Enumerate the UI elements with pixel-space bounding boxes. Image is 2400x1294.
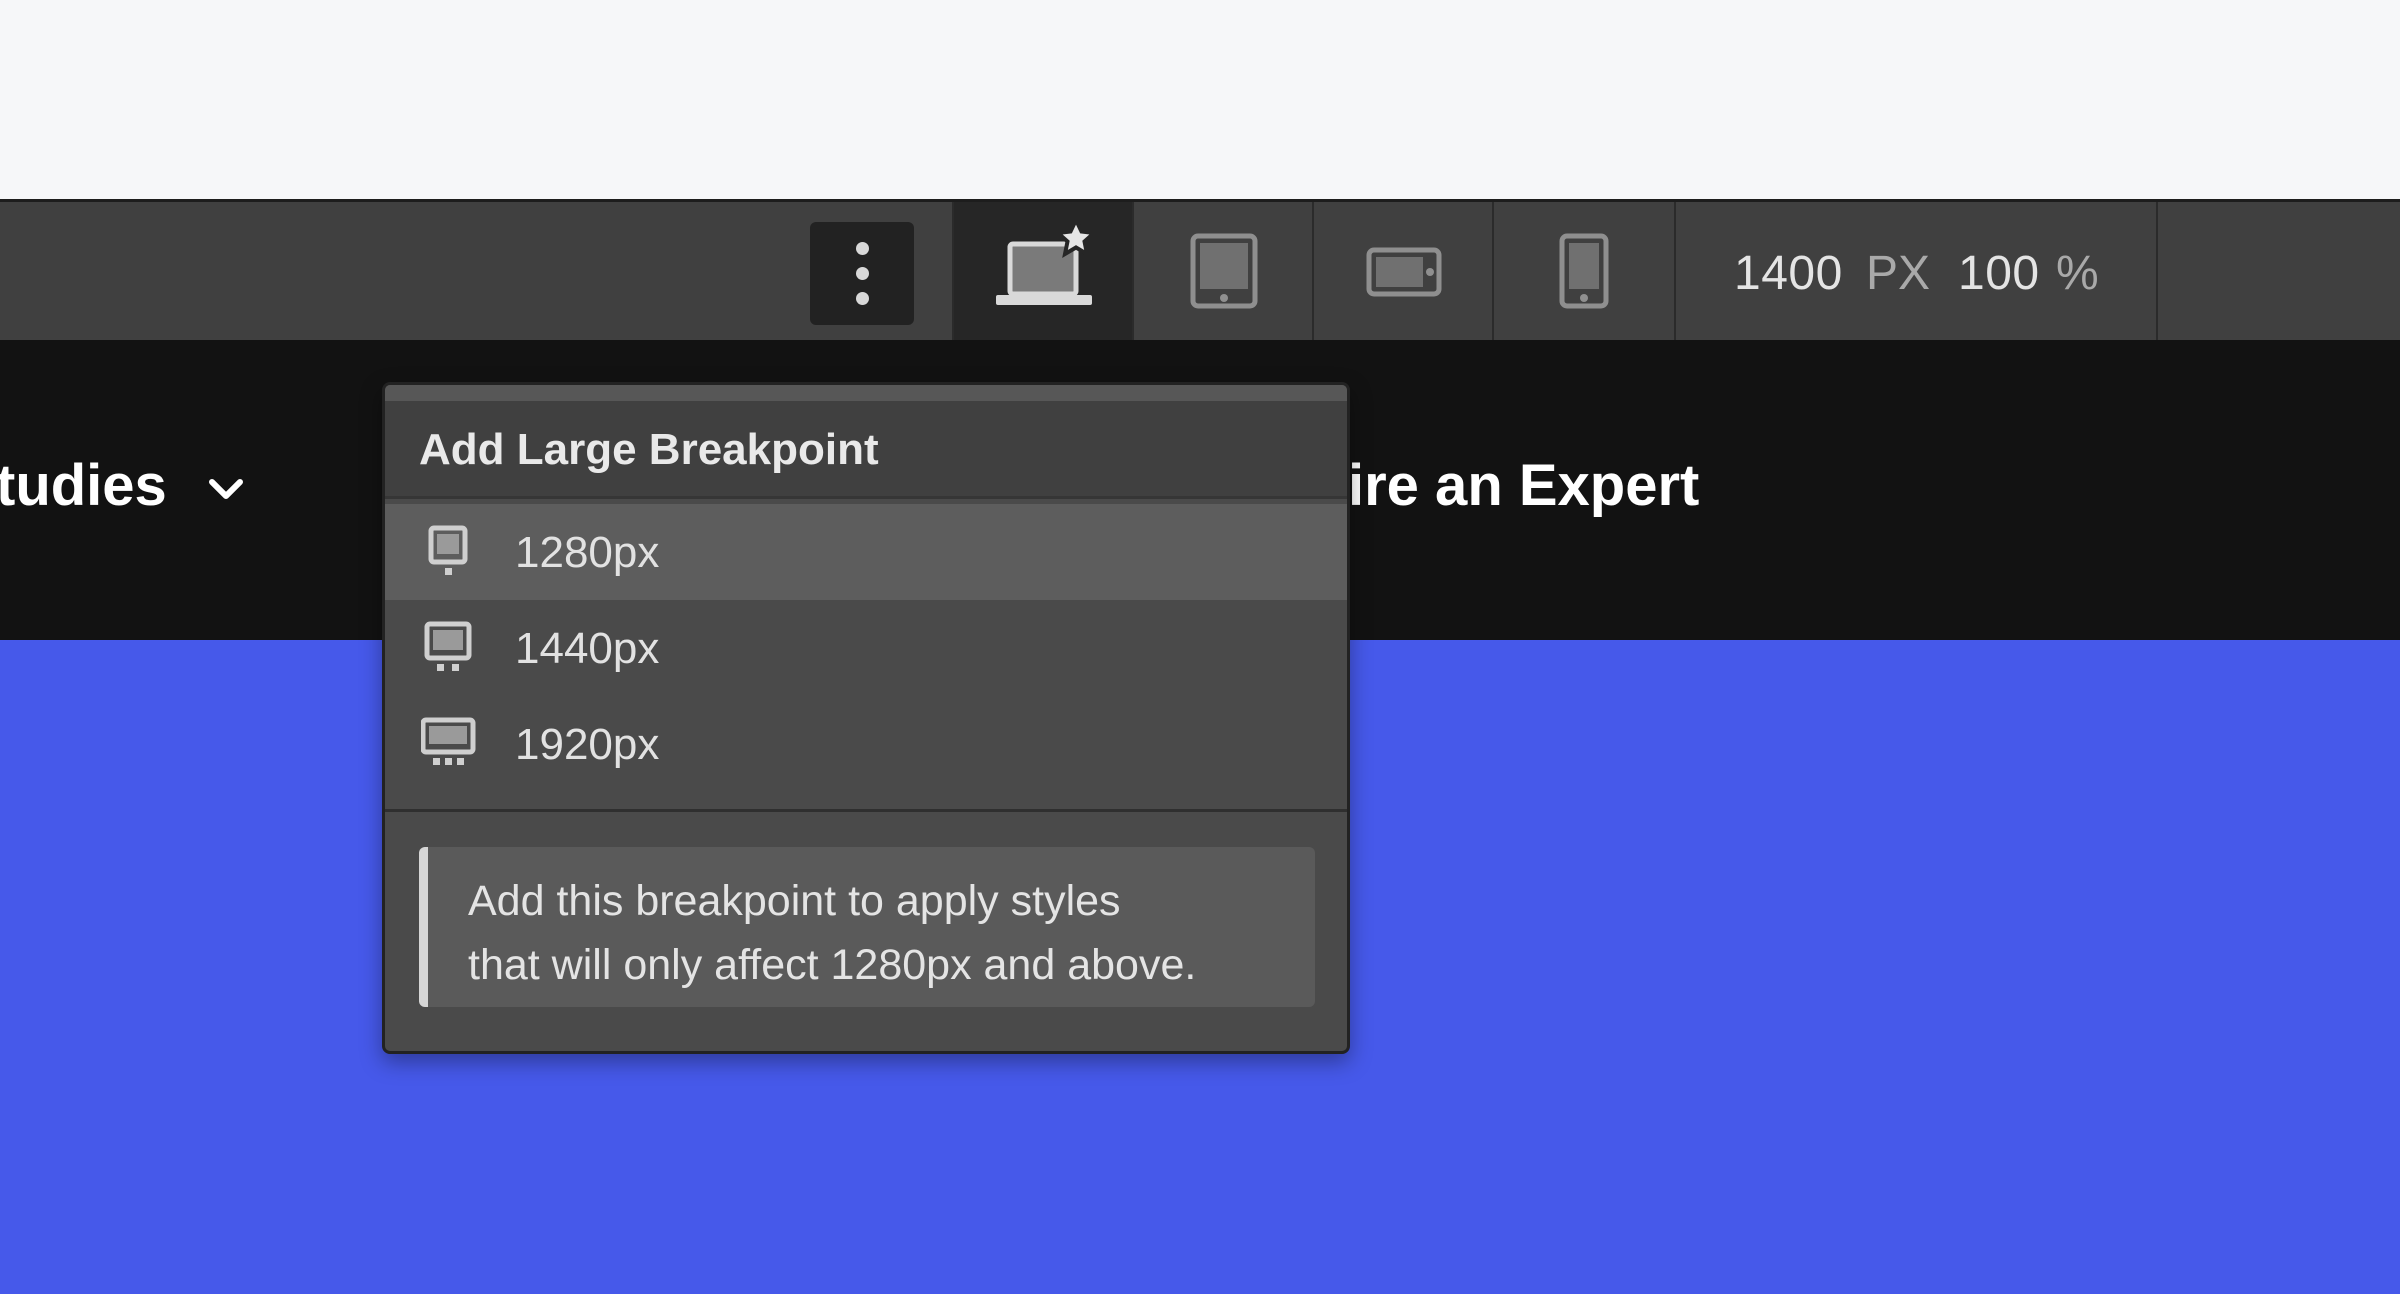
breakpoint-option-1920[interactable]: 1920px <box>385 696 1347 792</box>
popup-title: Add Large Breakpoint <box>419 425 879 474</box>
breakpoint-option-1280[interactable]: 1280px <box>385 504 1347 600</box>
width-value[interactable]: 1400 <box>1734 246 1843 301</box>
monitor-large-icon <box>421 717 476 765</box>
note-text-line-2: that will only affect 1280px and above. <box>468 941 1197 989</box>
popup-top-strip <box>385 385 1347 401</box>
breakpoint-option-1440[interactable]: 1440px <box>385 600 1347 696</box>
canvas-size-readout[interactable]: 1400 PX 100 % <box>1674 202 2158 340</box>
nav-link-hire-an-expert[interactable]: ire an Expert <box>1348 452 1699 519</box>
monitor-small-icon <box>428 525 468 575</box>
breakpoint-toolbar: 1400 PX 100 % <box>0 199 2400 340</box>
canvas-top-area <box>0 0 2400 199</box>
zoom-value[interactable]: 100 <box>1958 246 2040 301</box>
zoom-unit: % <box>2056 247 2099 300</box>
popup-divider <box>385 809 1347 812</box>
mobile-landscape-icon <box>1366 247 1442 297</box>
vertical-dots-icon <box>856 242 869 255</box>
breakpoint-mobile-landscape-button[interactable] <box>1312 202 1492 340</box>
popup-header: Add Large Breakpoint <box>385 401 1347 499</box>
mobile-portrait-icon <box>1559 233 1609 309</box>
note-text-line-1: Add this breakpoint to apply styles <box>468 877 1121 925</box>
more-options-button[interactable] <box>810 222 914 325</box>
breakpoint-tablet-button[interactable] <box>1132 202 1312 340</box>
breakpoint-mobile-portrait-button[interactable] <box>1492 202 1672 340</box>
breakpoint-option-label: 1280px <box>515 528 660 577</box>
chevron-down-icon[interactable] <box>206 476 246 504</box>
nav-link-studies[interactable]: tudies <box>0 452 167 519</box>
breakpoint-desktop-star-button[interactable] <box>952 202 1132 340</box>
tablet-icon <box>1190 233 1258 309</box>
add-breakpoint-popup: Add Large Breakpoint 1280px 1440px 1920p… <box>382 382 1350 1054</box>
monitor-medium-icon <box>424 621 472 671</box>
laptop-star-icon <box>996 215 1099 305</box>
breakpoint-option-label: 1440px <box>515 624 660 673</box>
width-unit: PX <box>1866 247 1931 300</box>
breakpoint-info-note: Add this breakpoint to apply styles that… <box>419 847 1315 1007</box>
breakpoint-option-label: 1920px <box>515 720 660 769</box>
